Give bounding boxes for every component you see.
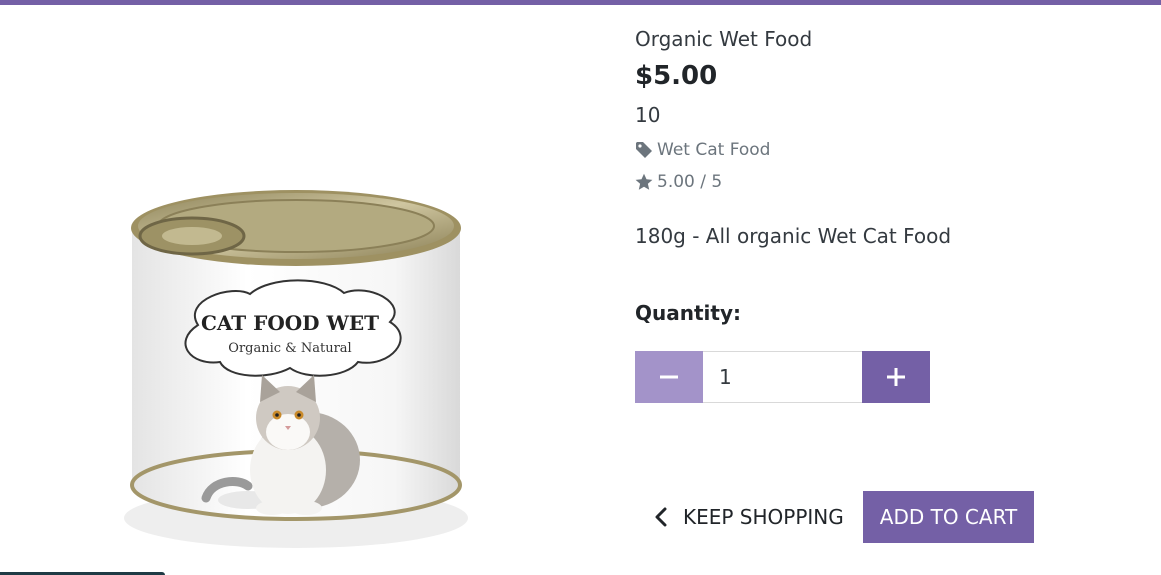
rating-value: 5.00 / 5: [657, 172, 723, 192]
svg-text:Organic & Natural: Organic & Natural: [228, 341, 351, 356]
svg-text:CAT FOOD WET: CAT FOOD WET: [201, 311, 379, 335]
increment-button[interactable]: [862, 351, 930, 403]
tag-icon: [636, 142, 652, 158]
product-price: $5.00: [635, 61, 718, 91]
quantity-label: Quantity:: [635, 301, 741, 325]
quantity-input[interactable]: [703, 351, 862, 403]
keep-shopping-label: KEEP SHOPPING: [683, 505, 844, 529]
product-category[interactable]: Wet Cat Food: [635, 139, 770, 161]
star-icon: [635, 173, 653, 190]
product-image: CAT FOOD WET Organic & Natural: [124, 190, 468, 548]
product-description: 180g - All organic Wet Cat Food: [635, 224, 952, 248]
product-name: Organic Wet Food: [635, 27, 813, 51]
plus-icon: [887, 368, 905, 386]
category-label: Wet Cat Food: [657, 140, 771, 160]
chevron-left-icon: [655, 507, 667, 527]
product-stock: 10: [635, 103, 661, 127]
minus-icon: [660, 375, 678, 379]
decrement-button[interactable]: [635, 351, 703, 403]
top-accent-bar: [0, 0, 1161, 5]
product-rating: 5.00 / 5: [635, 171, 722, 193]
keep-shopping-link[interactable]: KEEP SHOPPING: [653, 491, 844, 543]
quantity-stepper: [635, 351, 930, 403]
add-to-cart-button[interactable]: ADD TO CART: [863, 491, 1034, 543]
